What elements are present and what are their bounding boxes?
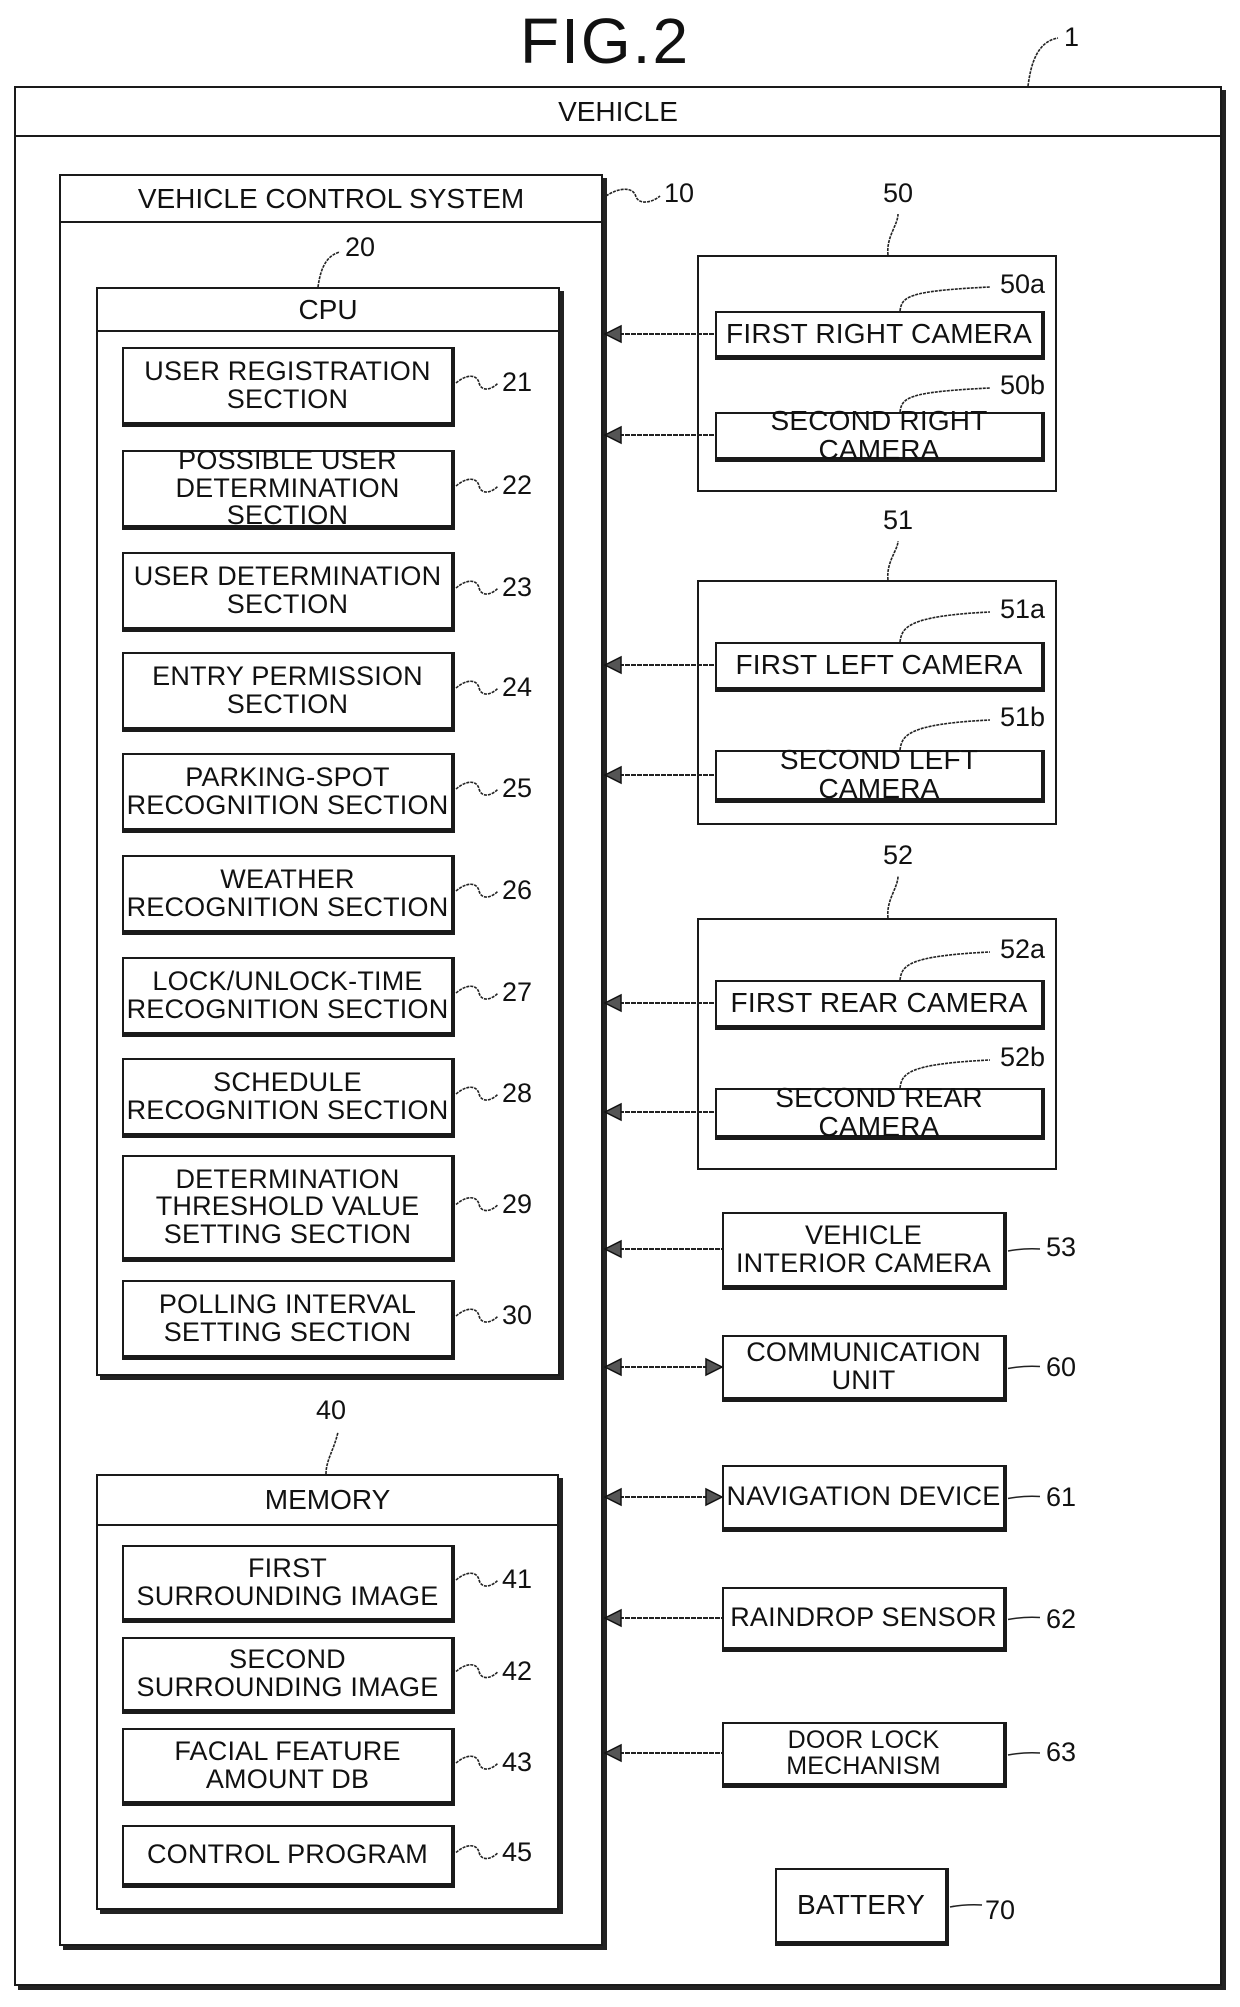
peripheral-62-arrowhead-in-icon bbox=[603, 1608, 622, 1628]
cpu-section-29-leader bbox=[455, 1196, 499, 1212]
memory-item-41-leader bbox=[455, 1572, 499, 1587]
cpu-section-23-leader bbox=[455, 580, 499, 595]
cpu-section-26-leader bbox=[455, 883, 499, 898]
camera-50a-leader bbox=[899, 286, 991, 312]
camera-52b-arrowhead-icon bbox=[603, 1102, 622, 1122]
camera-52a-leader bbox=[899, 951, 991, 981]
vehicle-ref-leader bbox=[1027, 37, 1059, 87]
connector-layer bbox=[317, 37, 1059, 1908]
cpu-section-22-leader bbox=[455, 478, 499, 493]
camera-50b-leader bbox=[899, 387, 991, 413]
peripheral-61-leader bbox=[1007, 1495, 1041, 1500]
cpu-section-24-leader bbox=[455, 680, 499, 695]
peripheral-61-arrowhead-out-icon bbox=[705, 1487, 724, 1507]
camera-52b-leader bbox=[899, 1059, 991, 1089]
peripheral-60-arrowhead-out-icon bbox=[705, 1357, 724, 1377]
camera-51b-leader bbox=[899, 719, 991, 751]
cpu-section-28-leader bbox=[455, 1086, 499, 1101]
peripheral-53-arrowhead-in-icon bbox=[603, 1239, 622, 1259]
cpu-section-21-leader bbox=[455, 375, 499, 390]
cpu-ref-leader bbox=[317, 251, 341, 288]
peripheral-53-leader bbox=[1007, 1247, 1041, 1252]
peripheral-61-arrowhead-in-icon bbox=[603, 1487, 622, 1507]
block-diagram: FIG.2 VEHICLE 1 VEHICLE CONTROL SYSTEM 1… bbox=[0, 0, 1240, 2007]
peripheral-60-arrowhead-in-icon bbox=[603, 1357, 622, 1377]
camera-50b-arrowhead-icon bbox=[603, 425, 622, 445]
camera-51b-arrowhead-icon bbox=[603, 765, 622, 785]
peripheral-63-arrowhead-in-icon bbox=[603, 1743, 622, 1763]
camera-group-50-leader bbox=[887, 213, 899, 256]
camera-52a-arrowhead-icon bbox=[603, 993, 622, 1013]
camera-group-51-leader bbox=[887, 540, 899, 581]
camera-group-52-leader bbox=[887, 875, 899, 919]
camera-51a-arrowhead-icon bbox=[603, 655, 622, 675]
cpu-section-27-leader bbox=[455, 985, 499, 1000]
camera-51a-leader bbox=[899, 611, 991, 643]
memory-ref-leader bbox=[325, 1431, 339, 1475]
battery-leader bbox=[949, 1903, 983, 1908]
cpu-section-25-leader bbox=[455, 781, 499, 796]
camera-50a-arrowhead-icon bbox=[603, 324, 622, 344]
vehicle-control-system-leader bbox=[605, 188, 661, 203]
peripheral-60-leader bbox=[1007, 1365, 1041, 1370]
memory-item-42-leader bbox=[455, 1663, 499, 1679]
memory-item-43-leader bbox=[455, 1755, 499, 1770]
memory-item-45-leader bbox=[455, 1844, 499, 1860]
peripheral-63-leader bbox=[1007, 1751, 1041, 1756]
peripheral-62-leader bbox=[1007, 1616, 1041, 1621]
cpu-section-30-leader bbox=[455, 1308, 499, 1323]
